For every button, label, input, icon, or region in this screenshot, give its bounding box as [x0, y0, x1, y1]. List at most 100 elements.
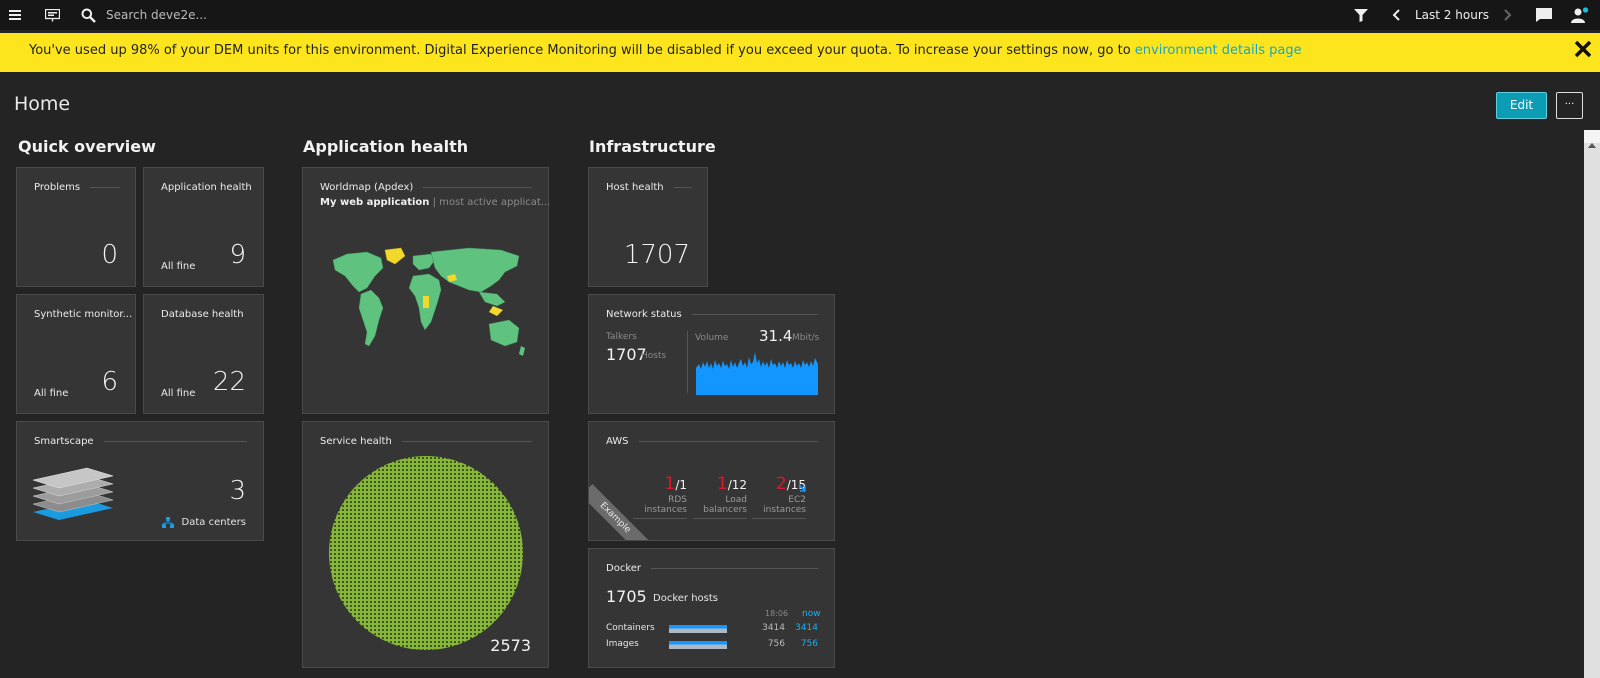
aws-item[interactable]: 1/1 RDS instances [633, 476, 687, 519]
aws-item-underline [752, 518, 806, 519]
filter-icon[interactable] [1352, 0, 1370, 30]
aws-item[interactable]: 1/12 Load balancers [693, 476, 747, 519]
volume-value: 31.4 [759, 327, 793, 345]
subtitle-separator: | [429, 197, 440, 208]
tile-problems[interactable]: Problems 0 [16, 167, 136, 287]
hamburger-menu-icon[interactable] [6, 0, 24, 30]
tile-synthetic-monitors[interactable]: Synthetic monitor... All fine 6 [16, 294, 136, 414]
tile-aws[interactable]: AWS 1/1 RDS instances 1/12 Load balancers 2/15… [588, 421, 835, 541]
search-icon[interactable] [78, 0, 98, 30]
section-title-infrastructure: Infrastructure [589, 137, 716, 156]
volume-chart [696, 350, 818, 399]
chevron-left-icon[interactable] [1388, 0, 1404, 30]
application-count: 9 [229, 240, 246, 270]
docker-row-now: 3414 [795, 623, 818, 633]
tile-title: Synthetic monitor... [34, 309, 133, 320]
environment-details-link[interactable]: environment details page [1135, 43, 1302, 58]
section-title-quick-overview: Quick overview [18, 137, 156, 156]
tile-host-health[interactable]: Host health 1707 [588, 167, 708, 287]
aws-item-label: Load [725, 495, 747, 505]
synthetic-count: 6 [101, 367, 118, 397]
tile-service-health[interactable]: Service health 2573 [302, 421, 549, 668]
search-input[interactable]: Search deve2e... [106, 0, 207, 30]
aws-item-sublabel: instances [763, 505, 806, 515]
aws-problem-count: 2 [775, 474, 787, 494]
status-label: All fine [161, 388, 196, 399]
more-options-button[interactable]: ··· [1556, 92, 1583, 119]
column-now: now [802, 609, 821, 619]
banner-message: You've used up 98% of your DEM units for… [29, 33, 1302, 69]
column-then: 18:06 [765, 609, 789, 618]
scrollbar-thumb[interactable] [1584, 143, 1600, 678]
data-center-count: 3 [229, 476, 246, 506]
tile-database-health[interactable]: Database health All fine 22 [143, 294, 264, 414]
docker-hosts-value: 1705 [606, 587, 647, 606]
aws-item-underline [693, 518, 747, 519]
close-icon[interactable] [1574, 40, 1596, 62]
edit-button[interactable]: Edit [1496, 92, 1547, 119]
top-bar: Search deve2e... Last 2 hours [0, 0, 1600, 30]
service-count: 2573 [490, 636, 531, 655]
tile-smartscape[interactable]: Smartscape 3 Data centers [16, 421, 264, 541]
aws-item-underline [633, 518, 687, 519]
status-label: All fine [161, 261, 196, 272]
aws-item-ratio: 1/12 [693, 476, 747, 493]
divider [687, 331, 688, 393]
docker-row-bar [669, 625, 727, 633]
smartscape-layers-icon [31, 462, 115, 528]
aws-item-ratio: 1/1 [633, 476, 687, 493]
talkers-label: Talkers [606, 332, 637, 342]
volume-unit: Mbit/s [792, 333, 820, 343]
aws-item-sublabel: balancers [703, 505, 747, 515]
quota-warning-banner: You've used up 98% of your DEM units for… [0, 33, 1600, 72]
timeframe-selector[interactable]: Last 2 hours [1410, 0, 1494, 30]
tile-application-health[interactable]: Application health All fine 9 [143, 167, 264, 287]
database-count: 22 [212, 367, 246, 397]
service-health-dot-grid [329, 456, 523, 650]
world-map [329, 246, 529, 380]
tile-network-status[interactable]: Network status Talkers 1707 Hosts Volume… [588, 294, 835, 414]
volume-label: Volume [695, 333, 729, 343]
docker-row-label: Images [606, 639, 639, 649]
application-name: My web application [320, 197, 430, 208]
tile-title: Database health [161, 309, 247, 320]
tile-title: AWS [606, 436, 818, 447]
docker-row-bar [669, 641, 727, 649]
tile-title: Network status [606, 309, 818, 320]
aws-item-sublabel: instances [644, 505, 687, 515]
host-count: 1707 [623, 240, 690, 270]
docker-hosts-label: Docker hosts [653, 593, 718, 604]
application-selector-hint: most active applicat... [439, 197, 551, 208]
tile-worldmap-apdex[interactable]: Worldmap (Apdex) My web application | mo… [302, 167, 550, 414]
chat-icon[interactable] [1534, 0, 1554, 30]
talkers-unit: Hosts [641, 351, 667, 361]
aws-problem-count: 1 [716, 474, 728, 494]
aws-total-count: /12 [727, 478, 747, 492]
docker-row-now: 756 [800, 639, 818, 649]
trend-down-arrow-icon [798, 478, 807, 497]
tile-title: Docker [606, 563, 818, 574]
chevron-right-icon[interactable] [1500, 0, 1516, 30]
scroll-up-icon[interactable] [1588, 133, 1596, 152]
status-label: All fine [34, 388, 69, 399]
presentation-icon[interactable] [42, 0, 62, 30]
aws-total-count: /1 [675, 478, 687, 492]
section-title-application-health: Application health [303, 137, 469, 156]
hierarchy-icon [161, 513, 174, 532]
banner-text: You've used up 98% of your DEM units for… [29, 43, 1135, 58]
docker-row-label: Containers [606, 623, 655, 633]
data-centers-label: Data centers [181, 517, 246, 528]
worldmap-subtitle: My web application | most active applica… [320, 197, 550, 208]
tile-docker[interactable]: Docker 1705 Docker hosts 18:06 now Conta… [588, 548, 835, 668]
page-title: Home [14, 93, 71, 115]
user-icon[interactable] [1570, 0, 1590, 30]
tile-title: Smartscape [34, 436, 247, 447]
tile-title: Service health [320, 436, 532, 447]
docker-row-then: 756 [767, 639, 785, 649]
tile-title: Worldmap (Apdex) [320, 182, 532, 193]
docker-row-then: 3414 [762, 623, 785, 633]
problems-count: 0 [101, 240, 118, 270]
aws-problem-count: 1 [664, 474, 676, 494]
data-centers-label-row: Data centers [161, 513, 246, 532]
tile-title: Host health [606, 182, 692, 193]
